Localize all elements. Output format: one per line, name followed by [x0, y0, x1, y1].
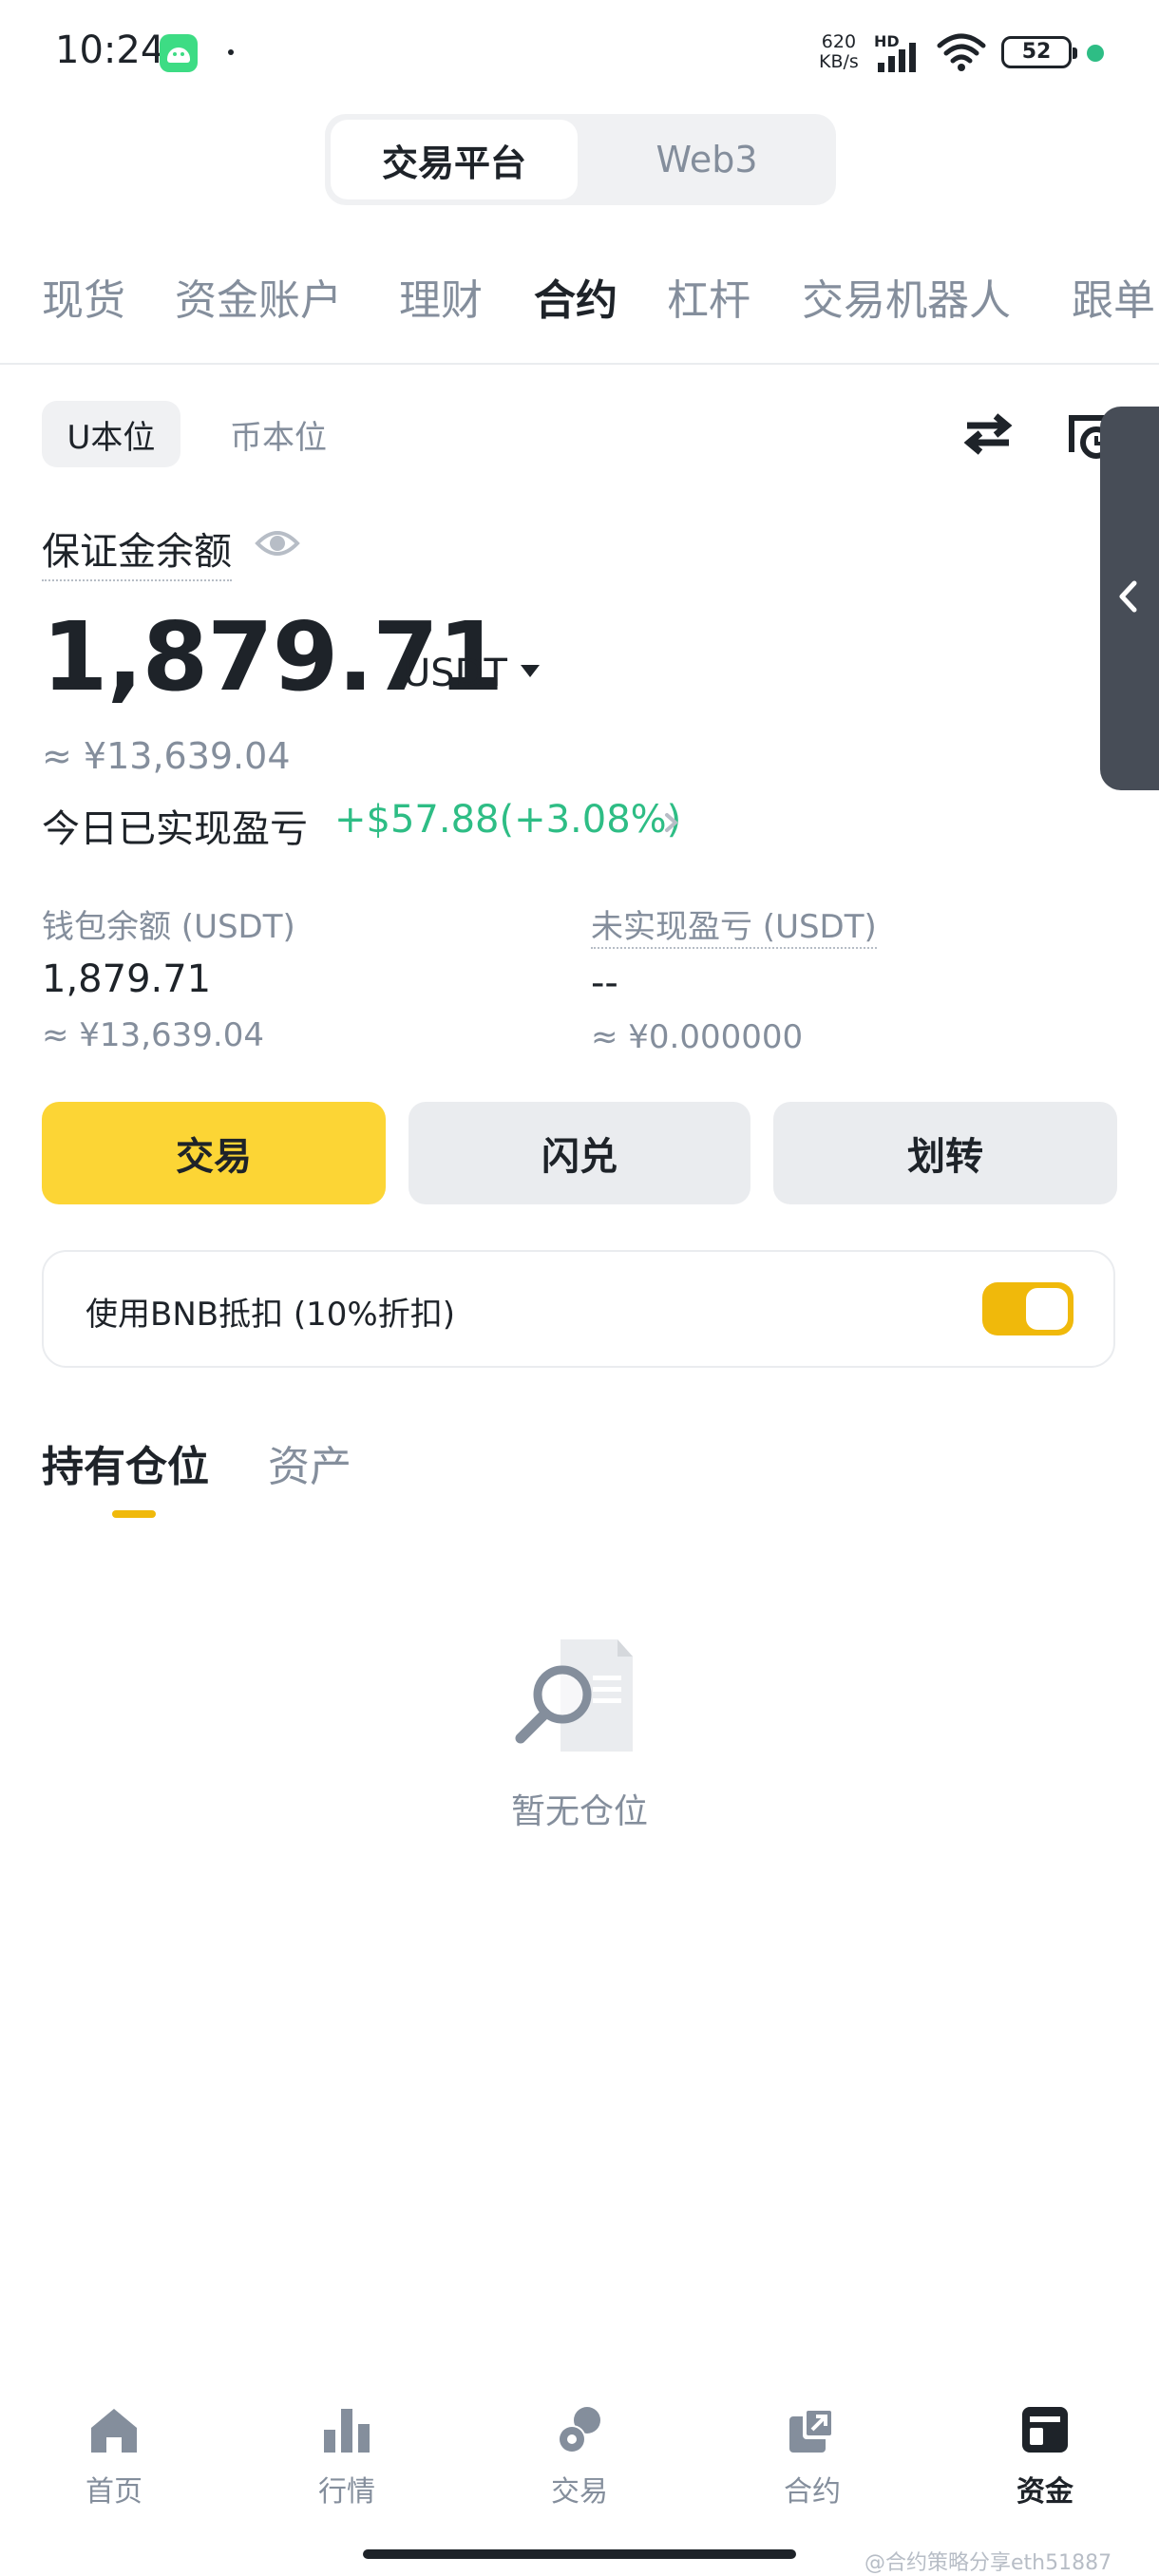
today-pnl-value[interactable]: +$57.88(+3.08%): [334, 798, 681, 842]
convert-button[interactable]: 闪兑: [408, 1102, 750, 1204]
unrealized-pnl-value: --: [591, 961, 618, 1005]
margin-balance-label[interactable]: 保证金余额: [42, 521, 232, 581]
bnb-deduction-toggle[interactable]: [982, 1282, 1074, 1335]
unrealized-pnl-cny: ≈ ¥0.000000: [591, 1018, 804, 1056]
tab-assets[interactable]: 资产: [268, 1432, 352, 1493]
search-document-icon: [515, 1639, 633, 1752]
bnb-deduction-card: 使用BNB抵扣 (10%折扣): [42, 1250, 1115, 1368]
nav-home[interactable]: 首页: [57, 2403, 171, 2510]
tab-indicator: [112, 1510, 156, 1518]
nav-futures[interactable]: 合约: [755, 2403, 869, 2510]
tab-exchange[interactable]: 交易平台: [331, 120, 578, 199]
category-funding[interactable]: 资金账户: [175, 266, 342, 327]
nav-markets-label: 行情: [318, 2475, 375, 2509]
trade-button[interactable]: 交易: [42, 1102, 386, 1204]
wifi-icon: [937, 33, 986, 71]
signal-icon: [878, 43, 916, 72]
today-pnl-label[interactable]: 今日已实现盈亏: [42, 798, 308, 853]
notification-dot: [228, 49, 234, 55]
net-speed-unit: KB/s: [819, 51, 859, 72]
side-drawer-handle[interactable]: [1100, 407, 1159, 790]
tab-web3[interactable]: Web3: [583, 120, 830, 199]
wallet-balance-label: 钱包余额 (USDT): [42, 908, 295, 946]
watermark: @合约策略分享eth51887: [864, 2551, 1112, 2575]
category-nav: 现货 资金账户 理财 合约 杠杆 交易机器人 跟单: [0, 266, 1159, 342]
nav-trade[interactable]: 交易: [522, 2403, 636, 2510]
platform-switch: 交易平台 Web3: [325, 114, 836, 205]
privacy-indicator-dot: [1087, 45, 1104, 62]
tab-positions[interactable]: 持有仓位: [42, 1432, 209, 1493]
swap-icon[interactable]: [961, 410, 1015, 458]
bnb-deduction-label: 使用BNB抵扣 (10%折扣): [86, 1296, 455, 1334]
bottom-navigation: 首页 行情 交易 合约 资金: [0, 2403, 1159, 2536]
unrealized-pnl-label[interactable]: 未实现盈亏 (USDT): [591, 900, 877, 949]
wallet-balance-value: 1,879.71: [42, 957, 212, 1001]
nav-assets-label: 资金: [1016, 2475, 1074, 2509]
empty-state-text: 暂无仓位: [510, 1792, 648, 1831]
divider: [0, 363, 1159, 365]
status-time: 10:24: [55, 28, 165, 72]
market-icon: [324, 2409, 370, 2453]
chevron-right-icon[interactable]: [661, 809, 682, 836]
chevron-left-icon: [1119, 580, 1137, 613]
eye-icon[interactable]: [255, 526, 300, 560]
nav-home-label: 首页: [86, 2475, 142, 2509]
margin-balance-unit[interactable]: USDT: [403, 652, 507, 695]
usdm-chip[interactable]: U本位: [42, 401, 180, 467]
network-speed: 620 KB/s: [819, 32, 859, 72]
home-icon: [91, 2409, 137, 2453]
net-speed-value: 620: [821, 31, 857, 52]
futures-icon: [789, 2407, 835, 2453]
nav-assets[interactable]: 资金: [988, 2403, 1102, 2510]
chevron-down-icon[interactable]: [521, 665, 540, 677]
home-indicator[interactable]: [363, 2549, 796, 2559]
wallet-icon: [1022, 2407, 1068, 2453]
margin-balance-cny: ≈ ¥13,639.04: [42, 735, 291, 777]
category-copy-trading[interactable]: 跟单: [1072, 266, 1155, 327]
category-futures[interactable]: 合约: [534, 266, 618, 327]
nav-markets[interactable]: 行情: [290, 2403, 404, 2510]
category-spot[interactable]: 现货: [42, 266, 125, 327]
wallet-balance-cny: ≈ ¥13,639.04: [42, 1016, 264, 1054]
nav-futures-label: 合约: [784, 2475, 841, 2509]
nav-trade-label: 交易: [551, 2475, 608, 2509]
coinm-chip[interactable]: 币本位: [209, 401, 348, 467]
category-margin[interactable]: 杠杆: [667, 266, 750, 327]
category-trading-bots[interactable]: 交易机器人: [802, 266, 1011, 327]
transfer-button[interactable]: 划转: [773, 1102, 1117, 1204]
trade-icon: [558, 2407, 600, 2453]
battery-icon: 52: [1001, 36, 1077, 68]
category-earn[interactable]: 理财: [399, 266, 483, 327]
android-icon: [160, 34, 198, 72]
